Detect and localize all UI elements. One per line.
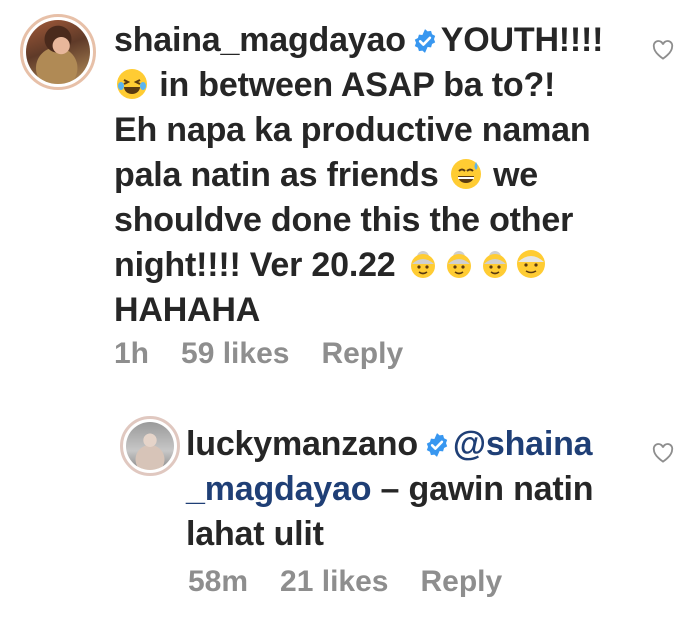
reply-button[interactable]: Reply xyxy=(420,565,502,598)
avatar[interactable] xyxy=(120,416,180,476)
comment-text: shaina_magdayao YOUTH!!!! in between ASAP… xyxy=(114,21,604,329)
username[interactable]: luckymanzano xyxy=(186,425,418,463)
comment-luckymanzano: luckymanzano @shaina _magdayao – gawin na… xyxy=(0,400,697,633)
timestamp: 58m xyxy=(188,565,249,598)
avatar[interactable] xyxy=(20,14,96,90)
reply-button[interactable]: Reply xyxy=(321,337,403,370)
likes-count[interactable]: 21 likes xyxy=(280,565,388,598)
verified-badge-icon xyxy=(414,29,435,53)
mention-link[interactable]: _magdayao xyxy=(186,470,371,508)
heart-icon[interactable] xyxy=(652,443,674,463)
mention-link[interactable]: @shaina xyxy=(453,425,593,463)
comment-text: luckymanzano @shaina _magdayao – gawin na… xyxy=(186,425,594,553)
username[interactable]: shaina_magdayao xyxy=(114,21,406,59)
older-woman-emoji-icon xyxy=(446,251,471,278)
verified-badge-icon xyxy=(426,433,448,457)
older-person-emoji-icon xyxy=(516,250,545,278)
timestamp: 1h xyxy=(114,337,150,370)
comment-meta: 1h 59 likes Reply xyxy=(114,337,403,371)
older-woman-emoji-icon xyxy=(482,251,507,278)
comment-shaina: shaina_magdayao YOUTH!!!! in between ASAP… xyxy=(0,0,697,400)
likes-count[interactable]: 59 likes xyxy=(181,337,289,370)
laughing-tears-emoji-icon xyxy=(117,69,147,99)
sweat-smile-emoji-icon xyxy=(450,159,481,189)
older-woman-emoji-icon xyxy=(410,251,435,278)
heart-icon[interactable] xyxy=(652,40,674,60)
comment-meta: 58m 21 likes Reply xyxy=(188,565,502,599)
